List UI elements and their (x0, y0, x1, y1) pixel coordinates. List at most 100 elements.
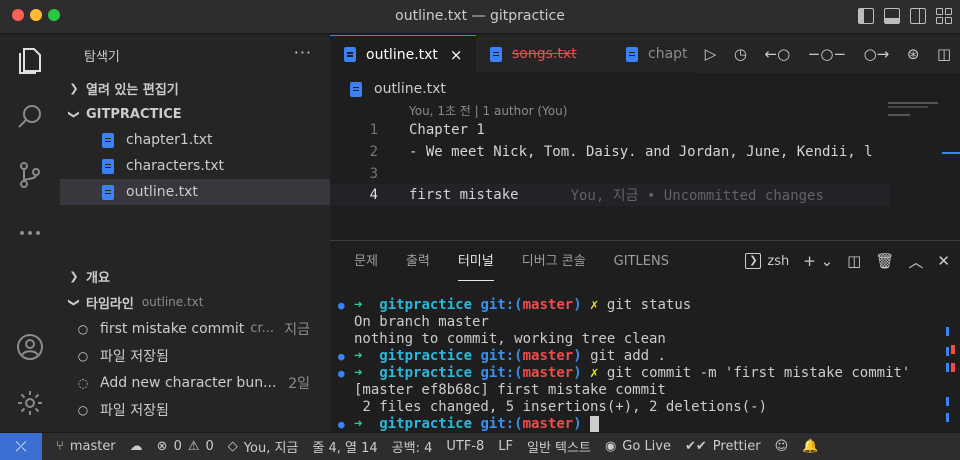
run-icon[interactable]: ▷ (705, 45, 717, 63)
tab-gitlens[interactable]: GITLENS (614, 251, 669, 281)
open-editors-section[interactable]: ❯ 열려 있는 편집기 (60, 75, 330, 101)
editor-line[interactable]: 1 Chapter 1 (330, 119, 890, 141)
line-number: 4 (369, 187, 378, 203)
more-views-icon[interactable] (14, 217, 46, 249)
go-live-button[interactable]: ◉ Go Live (605, 439, 671, 454)
chevron-up-icon[interactable]: ︿ (908, 251, 923, 272)
cursor-position[interactable]: 줄 4, 열 14 (312, 437, 377, 456)
save-icon: ○ (77, 402, 89, 417)
tab-debug-console[interactable]: 디버그 콘솔 (522, 251, 586, 281)
file-item-chapter1[interactable]: chapter1.txt (60, 127, 330, 153)
sidebar-header: 탐색기 ··· (60, 35, 330, 75)
warning-icon: ⚠ (187, 439, 200, 454)
terminal-line: ● ➜ gitpractice git:(master) ✗ git commi… (338, 365, 911, 381)
encoding-status[interactable]: UTF-8 (446, 439, 484, 454)
scrollbar-marker (942, 152, 960, 154)
file-icon (490, 46, 502, 62)
editor-line[interactable]: 3 (330, 163, 890, 185)
explorer-icon[interactable] (14, 43, 46, 75)
prompt-dot-icon: ● (338, 350, 345, 363)
blame-codelens[interactable]: You, 1초 전 | 1 author (You) (409, 102, 567, 119)
blame-status[interactable]: ◇ You, 지금 (228, 437, 299, 456)
prettier-status[interactable]: ✔✔ Prettier (685, 439, 761, 454)
branch-icon: ⑂ (56, 439, 64, 454)
tab-output[interactable]: 출력 (406, 251, 430, 281)
trash-icon[interactable]: 🗑 (875, 252, 894, 270)
problems-status[interactable]: ⊗ 0 ⚠ 0 (157, 439, 214, 454)
panel-actions: ❯ zsh + ⌄ ◫ 🗑 ︿ ✕ (745, 249, 950, 273)
notifications-bell-icon[interactable]: 🔔 (802, 439, 818, 454)
open-editors-label: 열려 있는 편집기 (86, 82, 179, 98)
chevron-right-icon: ❯ (69, 269, 79, 283)
shell-label: zsh (767, 253, 790, 269)
line-number: 1 (369, 122, 378, 138)
line-text: first mistake (409, 187, 519, 203)
git-compare-icon[interactable]: ⊛ (907, 45, 920, 63)
commit-icon: ◌ (77, 375, 89, 390)
file-label: chapter1.txt (126, 132, 213, 148)
timeline-item[interactable]: ○ 파일 저장됨 (60, 396, 330, 423)
source-control-icon[interactable] (14, 159, 46, 191)
file-item-outline[interactable]: outline.txt (60, 179, 330, 205)
sidebar-more-button[interactable]: ··· (294, 43, 312, 62)
split-editor-icon[interactable]: ◫ (937, 45, 951, 63)
close-panel-icon[interactable]: ✕ (937, 252, 950, 270)
tab-problems[interactable]: 문제 (354, 251, 378, 281)
terminal-cursor (590, 416, 600, 432)
chevron-down-icon: ❯ (67, 109, 81, 119)
previous-revision-icon[interactable]: ←○ (765, 45, 791, 63)
close-tab-icon[interactable]: × (450, 46, 463, 64)
terminal-line: On branch master (354, 314, 489, 330)
check-double-icon: ✔✔ (685, 439, 707, 454)
account-icon[interactable] (14, 331, 46, 363)
timeline-item[interactable]: ○ 파일 저장됨 (60, 342, 330, 369)
timeline-section[interactable]: ❯ 타임라인 outline.txt (60, 289, 330, 315)
editor-line[interactable]: 2 - We meet Nick, Tom. Daisy. and Jordan… (330, 141, 890, 163)
terminal-line: ● ➜ gitpractice git:(master) ✗ git statu… (338, 297, 692, 313)
timeline-item[interactable]: ○ first mistake commit cr... 지금 (60, 315, 330, 342)
next-revision-icon[interactable]: ○→ (864, 45, 890, 63)
settings-gear-icon[interactable] (14, 387, 46, 419)
title-bar: outline.txt — gitpractice (0, 0, 960, 34)
indentation-status[interactable]: 공백: 4 (392, 437, 433, 456)
new-terminal-icon[interactable]: + ⌄ (803, 252, 833, 270)
file-item-characters[interactable]: characters.txt (60, 153, 330, 179)
file-icon (102, 158, 114, 174)
language-mode[interactable]: 일반 텍스트 (527, 437, 591, 456)
feedback-icon[interactable]: ☺ (775, 439, 789, 454)
outline-section[interactable]: ❯ 개요 (60, 263, 330, 289)
file-icon (102, 184, 114, 200)
code-editor[interactable]: You, 1초 전 | 1 author (You) 1 Chapter 1 2… (330, 100, 960, 240)
tab-chapter[interactable]: chapt (612, 35, 698, 73)
history-icon[interactable]: ◷ (734, 45, 747, 63)
split-terminal-icon[interactable]: ◫ (847, 252, 861, 270)
timeline-item[interactable]: ◌ Add new character bun... 2일 (60, 369, 330, 396)
tab-songs[interactable]: songs.txt (476, 35, 612, 73)
tab-outline[interactable]: outline.txt × (330, 35, 476, 73)
prettier-label: Prettier (712, 439, 761, 454)
branch-status[interactable]: ⑂ master (56, 439, 116, 454)
folder-section[interactable]: ❯ GITPRACTICE (60, 101, 330, 127)
toggle-sidebar-icon[interactable] (858, 8, 874, 24)
error-icon: ⊗ (156, 439, 168, 454)
toggle-secondary-sidebar-icon[interactable] (910, 8, 926, 24)
search-icon[interactable] (14, 101, 46, 133)
breadcrumb[interactable]: outline.txt (350, 78, 446, 100)
file-icon (626, 46, 638, 62)
remote-indicator-icon[interactable]: ⤫ (0, 432, 42, 460)
terminal-output[interactable]: ● ➜ gitpractice git:(master) ✗ git statu… (338, 297, 910, 433)
minimap[interactable] (888, 100, 944, 240)
terminal-selector[interactable]: ❯ zsh (745, 253, 789, 269)
toggle-panel-icon[interactable] (884, 8, 900, 24)
sync-status[interactable]: ☁ (130, 439, 143, 454)
panel-tabs: 문제 출력 터미널 디버그 콘솔 GITLENS (354, 251, 697, 281)
commit-icon: ◇ (227, 439, 238, 454)
editor-actions: ▷ ◷ ←○ −○− ○→ ⊛ ◫ (696, 35, 960, 73)
customize-layout-icon[interactable] (936, 8, 952, 24)
eol-status[interactable]: LF (498, 439, 513, 454)
commit-graph-icon[interactable]: −○− (808, 45, 846, 63)
tab-terminal[interactable]: 터미널 (457, 251, 494, 281)
line-text: Chapter 1 (409, 122, 485, 138)
chevron-right-icon: ❯ (69, 81, 79, 95)
editor-line-current[interactable]: 4 first mistake You, 지금 • Uncommitted ch… (330, 184, 890, 206)
